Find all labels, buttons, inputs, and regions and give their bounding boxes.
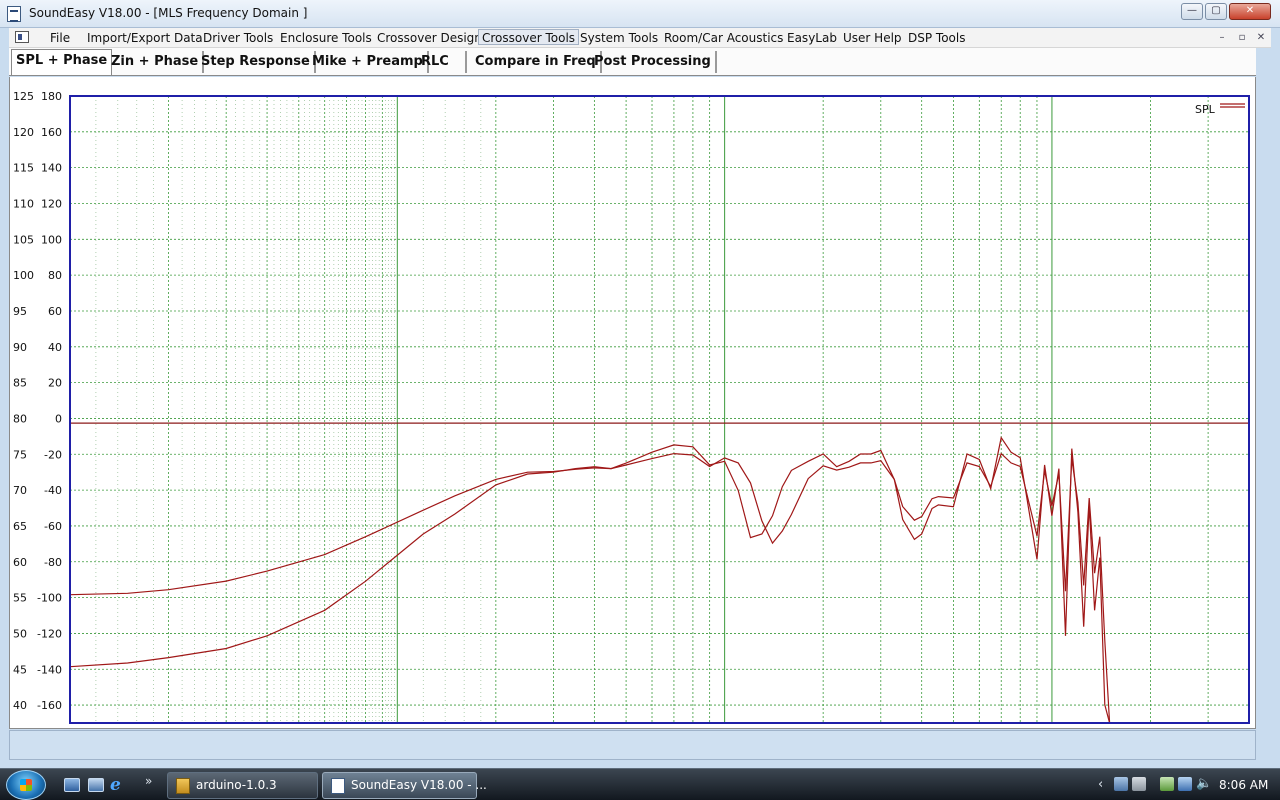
menu-crossover-tools[interactable]: Crossover Tools xyxy=(478,29,580,45)
y-tick-label-spl: 105 xyxy=(13,233,34,246)
tab-step-response[interactable]: Step Response xyxy=(197,51,316,73)
mdi-restore-button[interactable]: ▫ xyxy=(1234,30,1250,45)
legend-label: SPL xyxy=(1195,103,1216,116)
plot-panel[interactable]: 125 180 120 160 115 140 110 120 105 100 100 80 95 60 9… xyxy=(9,77,1256,729)
task-soundeasy-label: SoundEasy V18.00 - ... xyxy=(351,778,487,792)
network-icon[interactable] xyxy=(1114,777,1128,791)
mdi-close-button[interactable]: ✕ xyxy=(1253,30,1269,45)
window-title: SoundEasy V18.00 - [MLS Frequency Domain… xyxy=(29,6,308,20)
tray-expand-icon[interactable]: ‹ xyxy=(1098,777,1103,792)
tab-post-processing[interactable]: Post Processing xyxy=(590,51,717,73)
folder-icon xyxy=(176,778,190,794)
maximize-button[interactable]: ▢ xyxy=(1205,3,1227,20)
menu-bar: File Import/Export Data Driver Tools Enc… xyxy=(9,28,1271,48)
menu-driver-tools[interactable]: Driver Tools xyxy=(200,30,276,46)
y-tick-label-spl: 95 xyxy=(13,305,27,318)
y-tick-label-phase: -40 xyxy=(44,484,62,497)
display-icon[interactable] xyxy=(1132,777,1146,791)
menu-enclosure-tools[interactable]: Enclosure Tools xyxy=(277,30,375,46)
y-tick-label-spl: 85 xyxy=(13,377,27,390)
y-tick-label-phase: 40 xyxy=(48,341,62,354)
y-tick-label-phase: 0 xyxy=(55,412,62,425)
y-tick-label-spl: 90 xyxy=(13,341,27,354)
y-tick-label-phase: 140 xyxy=(41,162,62,175)
y-tick-label-spl: 115 xyxy=(13,162,34,175)
close-button[interactable]: ✕ xyxy=(1229,3,1271,20)
menu-room-car-acoustics[interactable]: Room/Car Acoustics xyxy=(661,30,786,46)
internet-explorer-icon[interactable]: e xyxy=(110,776,128,794)
network-status-icon[interactable] xyxy=(1178,777,1192,791)
y-axis-labels: 125 180 120 160 115 140 110 120 105 100 100 80 95 60 9… xyxy=(13,90,62,712)
tab-mike-preamp[interactable]: Mike + Preamp xyxy=(308,51,429,73)
taskbar: e » arduino-1.0.3 SoundEasy V18.00 - ...… xyxy=(0,768,1280,800)
chart-grid xyxy=(69,95,1250,723)
tab-spl-phase[interactable]: SPL + Phase xyxy=(11,49,113,75)
y-tick-label-phase: 160 xyxy=(41,126,62,139)
title-bar[interactable]: SoundEasy V18.00 - [MLS Frequency Domain… xyxy=(0,0,1280,28)
y-tick-label-spl: 40 xyxy=(13,699,27,712)
menu-file[interactable]: File xyxy=(47,30,73,46)
y-tick-label-spl: 125 xyxy=(13,90,34,103)
show-desktop-icon[interactable] xyxy=(64,778,80,792)
document-icon[interactable] xyxy=(15,31,29,43)
y-tick-label-spl: 45 xyxy=(13,663,27,676)
y-tick-label-spl: 120 xyxy=(13,126,34,139)
quicklaunch-more-icon[interactable]: » xyxy=(145,774,152,788)
y-tick-label-phase: 80 xyxy=(48,269,62,282)
spl-phase-chart[interactable]: 125 180 120 160 115 140 110 120 105 100 100 80 95 60 9… xyxy=(10,77,1257,729)
y-tick-label-spl: 60 xyxy=(13,556,27,569)
y-tick-label-spl: 100 xyxy=(13,269,34,282)
tab-rlc[interactable]: RLC xyxy=(417,51,467,73)
y-tick-label-phase: -80 xyxy=(44,556,62,569)
y-tick-label-phase: -120 xyxy=(37,627,62,640)
y-tick-label-phase: -160 xyxy=(37,699,62,712)
start-button[interactable] xyxy=(6,770,46,800)
task-arduino-label: arduino-1.0.3 xyxy=(196,778,277,792)
soundeasy-icon xyxy=(331,778,345,794)
y-tick-label-phase: 120 xyxy=(41,197,62,210)
app-icon[interactable] xyxy=(7,6,21,22)
clock[interactable]: 8:06 AM xyxy=(1219,778,1268,792)
y-tick-label-phase: -20 xyxy=(44,448,62,461)
menu-dsp-tools[interactable]: DSP Tools xyxy=(905,30,968,46)
y-tick-label-spl: 55 xyxy=(13,592,27,605)
chart-legend: SPL xyxy=(1195,103,1245,116)
y-tick-label-phase: -60 xyxy=(44,520,62,533)
menu-system-tools[interactable]: System Tools xyxy=(577,30,661,46)
volume-icon[interactable]: 🔈 xyxy=(1196,777,1212,791)
switch-windows-icon[interactable] xyxy=(88,778,104,792)
device-icon[interactable] xyxy=(1160,777,1174,791)
y-tick-label-spl: 110 xyxy=(13,197,34,210)
mdi-minimize-button[interactable]: – xyxy=(1214,30,1230,45)
y-tick-label-phase: 100 xyxy=(41,233,62,246)
y-tick-label-phase: 20 xyxy=(48,377,62,390)
y-tick-label-spl: 70 xyxy=(13,484,27,497)
y-tick-label-phase: -140 xyxy=(37,663,62,676)
task-soundeasy[interactable]: SoundEasy V18.00 - ... xyxy=(322,772,487,799)
y-tick-label-phase: 180 xyxy=(41,90,62,103)
minimize-button[interactable]: — xyxy=(1181,3,1203,20)
menu-import-export-data[interactable]: Import/Export Data xyxy=(84,30,206,46)
plot-frame xyxy=(69,95,1250,724)
menu-user-help[interactable]: User Help xyxy=(840,30,905,46)
status-area xyxy=(9,730,1256,760)
y-tick-label-phase: 60 xyxy=(48,305,62,318)
y-tick-label-spl: 75 xyxy=(13,448,27,461)
y-tick-label-phase: -100 xyxy=(37,592,62,605)
menu-crossover-design[interactable]: Crossover Design xyxy=(374,30,485,46)
menu-easylab[interactable]: EasyLab xyxy=(784,30,840,46)
tab-compare-in-freq[interactable]: Compare in Freq xyxy=(471,51,602,73)
y-tick-label-spl: 80 xyxy=(13,412,27,425)
y-tick-label-spl: 50 xyxy=(13,627,27,640)
task-arduino[interactable]: arduino-1.0.3 xyxy=(167,772,318,799)
tab-zin-phase[interactable]: Zin + Phase xyxy=(107,51,205,73)
tab-strip: SPL + Phase Zin + Phase Step Response Mi… xyxy=(9,48,1256,76)
y-tick-label-spl: 65 xyxy=(13,520,27,533)
